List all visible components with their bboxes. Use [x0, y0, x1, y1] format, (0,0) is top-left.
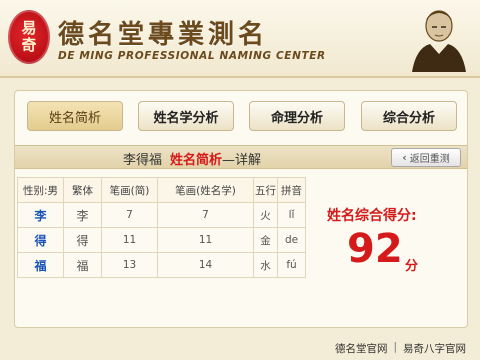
analysis-panel: 姓名简析 姓名学分析 命理分析 综合分析 李得福 姓名简析—详解 ‹ 返回重测 性…: [14, 90, 468, 328]
site-subtitle: DE MING PROFESSIONAL NAMING CENTER: [58, 50, 326, 62]
logo-seal[interactable]: 易 奇: [8, 10, 50, 64]
header-divider: [0, 76, 480, 78]
header-pinyin: 拼音: [277, 177, 306, 203]
person-name: 李得福: [123, 153, 163, 168]
analysis-tabs: 姓名简析 姓名学分析 命理分析 综合分析: [27, 101, 457, 135]
tab-overall-analysis[interactable]: 综合分析: [361, 101, 457, 131]
chevron-left-icon: ‹: [402, 151, 407, 164]
char-cell: 得: [17, 227, 64, 253]
table-header-row: 性别:男 繁体 笔画(简) 笔画(姓名学) 五行 拼音: [17, 177, 306, 203]
table-row: 得 得 11 11 金 de: [17, 227, 306, 253]
strokes-simple-cell: 7: [101, 202, 158, 228]
site-title: 德名堂專業測名: [58, 20, 269, 50]
footer-links: 德名堂官网 | 易奇八字官网: [335, 341, 466, 356]
section-suffix: —详解: [222, 153, 262, 168]
strokes-simple-cell: 11: [101, 227, 158, 253]
pinyin-cell: lǐ: [277, 202, 306, 228]
footer-link-yiqi[interactable]: 易奇八字官网: [403, 341, 466, 356]
char-cell: 李: [17, 202, 64, 228]
score-unit: 分: [405, 259, 419, 274]
traditional-cell: 福: [63, 252, 102, 278]
tab-fate-analysis[interactable]: 命理分析: [249, 101, 345, 131]
logo-char-2: 奇: [21, 36, 37, 54]
table-row: 李 李 7 7 火 lǐ: [17, 202, 306, 228]
header-traditional: 繁体: [63, 177, 102, 203]
tab-name-study[interactable]: 姓名学分析: [138, 101, 234, 131]
back-retest-button[interactable]: ‹ 返回重测: [391, 148, 461, 167]
traditional-cell: 得: [63, 227, 102, 253]
founder-portrait-image: [412, 10, 466, 72]
element-cell: 火: [253, 202, 278, 228]
strokes-naming-cell: 14: [157, 252, 254, 278]
header-strokes-simple: 笔画(简): [101, 177, 158, 203]
table-row: 福 福 13 14 水 fú: [17, 252, 306, 278]
element-cell: 金: [253, 227, 278, 253]
pinyin-cell: fú: [277, 252, 306, 278]
detail-title: 李得福 姓名简析—详解: [123, 149, 261, 168]
strokes-naming-cell: 7: [157, 202, 254, 228]
site-header: 易 奇 德名堂專業測名 DE MING PROFESSIONAL NAMING …: [0, 0, 480, 78]
detail-title-bar: 李得福 姓名简析—详解 ‹ 返回重测: [15, 145, 467, 169]
header-strokes-naming: 笔画(姓名学): [157, 177, 254, 203]
name-detail-table: 性别:男 繁体 笔画(简) 笔画(姓名学) 五行 拼音 李 李 7 7 火 lǐ…: [17, 177, 306, 278]
back-retest-label: 返回重测: [409, 154, 450, 165]
logo-char-1: 易: [21, 18, 37, 37]
footer-link-deming[interactable]: 德名堂官网: [335, 341, 388, 356]
traditional-cell: 李: [63, 202, 102, 228]
element-cell: 水: [253, 252, 278, 278]
header-gender: 性别:男: [17, 177, 64, 203]
score-value: 92: [347, 226, 403, 272]
section-highlight: 姓名简析: [170, 153, 223, 168]
site-footer: 德名堂官网 | 易奇八字官网: [0, 334, 480, 360]
header-five-elements: 五行: [253, 177, 278, 203]
tab-name-brief[interactable]: 姓名简析: [27, 101, 123, 131]
footer-separator: |: [393, 341, 397, 353]
pinyin-cell: de: [277, 227, 306, 253]
strokes-simple-cell: 13: [101, 252, 158, 278]
strokes-naming-cell: 11: [157, 227, 254, 253]
score-label: 姓名综合得分:: [327, 208, 417, 224]
char-cell: 福: [17, 252, 64, 278]
